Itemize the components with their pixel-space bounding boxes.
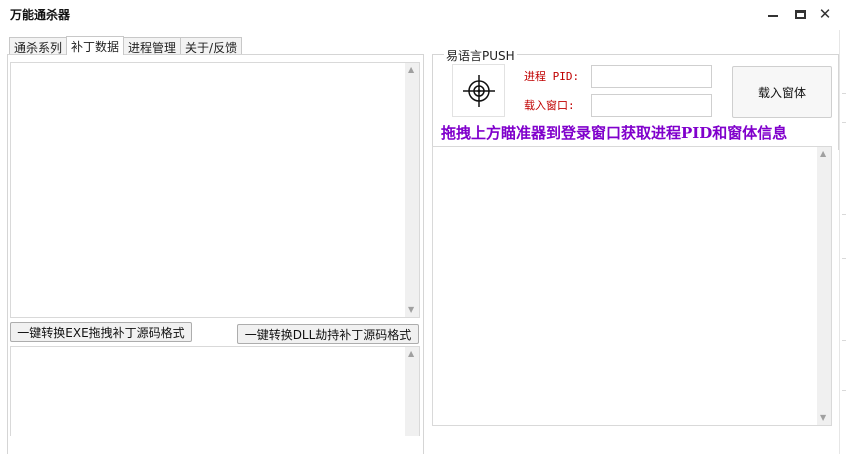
tab-patch-data[interactable]: 补丁数据: [66, 36, 125, 55]
scroll-up-icon[interactable]: ▲: [408, 350, 414, 358]
window-label: 载入窗口:: [524, 99, 575, 112]
edge-divider: [842, 258, 846, 259]
edge-divider: [842, 122, 846, 123]
tab-kill-series[interactable]: 通杀系列: [9, 37, 68, 55]
scroll-down-icon[interactable]: ▼: [820, 414, 826, 422]
edge-divider: [842, 214, 846, 215]
convert-dll-button[interactable]: 一键转换DLL劫持补丁源码格式: [237, 324, 419, 344]
edge-divider: [842, 93, 846, 94]
crosshair-target[interactable]: [452, 64, 505, 117]
scroll-up-icon[interactable]: ▲: [408, 66, 414, 74]
close-icon: ✕: [818, 4, 832, 23]
pid-input[interactable]: [591, 65, 712, 88]
minimize-button[interactable]: [762, 4, 784, 24]
patch-source-textarea[interactable]: ▲ ▼: [10, 62, 420, 318]
drag-hint-text: 拖拽上方瞄准器到登录窗口获取进程PID和窗体信息: [441, 124, 788, 142]
tab-strip: 通杀系列 补丁数据 进程管理 关于/反馈: [9, 36, 243, 55]
window-edge: [839, 30, 846, 454]
tab-about-feedback[interactable]: 关于/反馈: [180, 37, 243, 55]
vertical-scrollbar[interactable]: ▲: [405, 347, 419, 436]
vertical-scrollbar[interactable]: ▲ ▼: [405, 63, 419, 317]
minimize-icon: [768, 15, 778, 17]
scroll-down-icon[interactable]: ▼: [408, 306, 414, 314]
tab-process-management[interactable]: 进程管理: [123, 37, 182, 55]
window-info-textarea[interactable]: ▲ ▼: [432, 146, 832, 426]
load-window-button[interactable]: 载入窗体: [732, 66, 832, 118]
title-bar: 万能通杀器 ✕: [0, 0, 846, 30]
window-input[interactable]: [591, 94, 712, 117]
pid-label: 进程 PID:: [524, 70, 580, 83]
vertical-scrollbar[interactable]: ▲ ▼: [817, 147, 831, 425]
maximize-icon: [794, 9, 806, 19]
window-title: 万能通杀器: [10, 8, 71, 22]
scroll-up-icon[interactable]: ▲: [820, 150, 826, 158]
maximize-button[interactable]: [789, 4, 811, 24]
groupbox-title: 易语言PUSH: [444, 47, 517, 64]
converted-output-textarea[interactable]: ▲: [10, 346, 420, 436]
edge-divider: [842, 390, 846, 391]
close-button[interactable]: ✕: [814, 4, 836, 24]
convert-exe-button[interactable]: 一键转换EXE拖拽补丁源码格式: [10, 322, 192, 342]
crosshair-icon: [462, 74, 495, 107]
edge-divider: [842, 340, 846, 341]
